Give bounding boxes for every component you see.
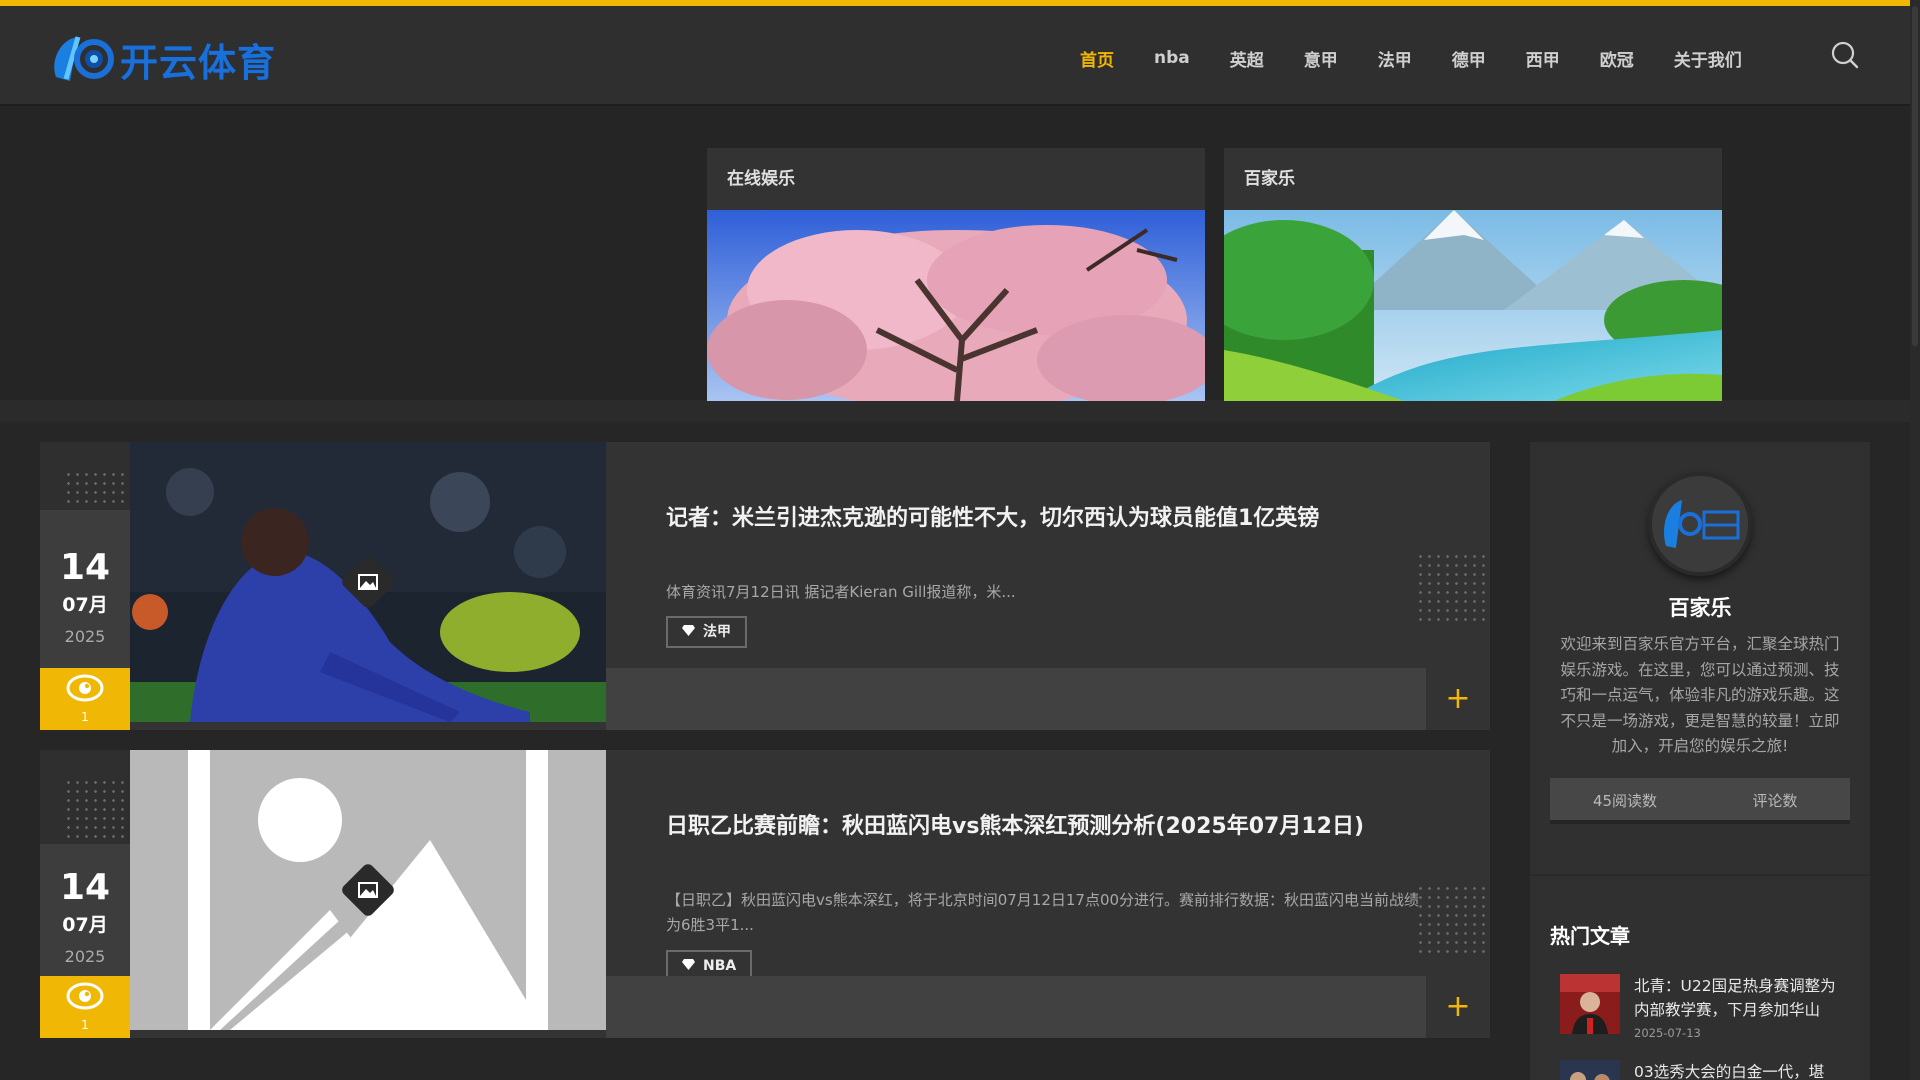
post-title[interactable]: 日职乙比赛前瞻：秋田蓝闪电vs熊本深红预测分析(2025年07月12日)	[666, 808, 1364, 840]
post-tag-label: 法甲	[703, 624, 731, 640]
sidebar-stats: 45阅读数 评论数	[1550, 778, 1850, 824]
cherry-blossom-image	[707, 210, 1205, 401]
logo-icon	[54, 36, 114, 81]
nav-item-home[interactable]: 首页	[1080, 46, 1114, 71]
stat-reads[interactable]: 45阅读数	[1550, 778, 1700, 820]
post-date: 14 07月 2025	[40, 510, 130, 668]
hot-article-item[interactable]: 03选秀大会的白金一代，堪	[1550, 1060, 1850, 1080]
nav-item-nba[interactable]: nba	[1154, 48, 1190, 68]
post-year: 2025	[64, 947, 106, 966]
stat-comments[interactable]: 评论数	[1700, 778, 1850, 820]
logo-text: 开云体育	[120, 40, 277, 85]
post-year: 2025	[64, 627, 106, 646]
sidebar-profile-name: 百家乐	[1668, 596, 1732, 620]
post-card: 14 07月 2025 1 记者：米兰引进杰克逊的可能性不大，切尔西认为球员能值…	[40, 442, 1490, 730]
hot-article-thumbnail	[1560, 974, 1620, 1034]
post-tag[interactable]: 法甲	[666, 616, 747, 648]
post-title[interactable]: 记者：米兰引进杰克逊的可能性不大，切尔西认为球员能值1亿英镑	[666, 500, 1319, 532]
avatar-logo-icon	[1652, 476, 1748, 572]
hot-article-item[interactable]: 北青：U22国足热身赛调整为内部教学赛，下月参加华山 2025-07-13	[1550, 974, 1850, 1044]
post-day: 14	[59, 867, 111, 908]
post-date: 14 07月 2025	[40, 844, 130, 976]
nav-item-premier-league[interactable]: 英超	[1230, 46, 1264, 71]
nav-item-serie-a[interactable]: 意甲	[1304, 46, 1338, 71]
post-footer-bar	[606, 976, 1426, 1038]
decorative-dots	[64, 778, 128, 842]
post-footer-bar	[606, 668, 1426, 730]
post-day: 14	[59, 547, 111, 588]
banner-card-label: 百家乐	[1244, 169, 1295, 189]
expand-plus-icon[interactable]: +	[1426, 976, 1490, 1038]
post-excerpt: 【日职乙】秋田蓝闪电vs熊本深红，将于北京时间07月12日17点00分进行。赛前…	[666, 891, 1420, 934]
avatar[interactable]	[1648, 472, 1752, 576]
post-views-count: 1	[81, 710, 89, 724]
post-views-count: 1	[81, 1018, 89, 1032]
eye-icon	[66, 982, 104, 1010]
nav-item-bundesliga[interactable]: 德甲	[1452, 46, 1486, 71]
sidebar: 百家乐 欢迎来到百家乐官方平台，汇聚全球热门娱乐游戏。在这里，您可以通过预测、技…	[1530, 442, 1870, 1080]
post-thumbnail[interactable]	[130, 750, 606, 1030]
site-header: 开云体育 首页 nba 英超 意甲 法甲 德甲 西甲 欧冠 关于我们	[0, 6, 1910, 106]
post-month: 07月	[62, 594, 108, 616]
image-type-icon	[339, 553, 397, 611]
hot-article-date: 2025-07-13	[1634, 1026, 1701, 1040]
eye-icon	[66, 674, 104, 702]
nav-item-ligue-1[interactable]: 法甲	[1378, 46, 1412, 71]
main-nav: 首页 nba 英超 意甲 法甲 德甲 西甲 欧冠 关于我们	[1080, 38, 1782, 78]
site-logo[interactable]: 开云体育	[48, 28, 278, 90]
hot-article-title: 03选秀大会的白金一代，堪	[1634, 1063, 1825, 1080]
decorative-dots	[1416, 884, 1490, 958]
post-month: 07月	[62, 914, 108, 936]
hot-article-title: 北青：U22国足热身赛调整为内部教学赛，下月参加华山	[1634, 977, 1836, 1019]
post-card: 14 07月 2025 1 日职乙比赛前瞻：秋田蓝闪电vs熊本深红预测分析(20…	[40, 750, 1490, 1038]
banner-card-online-entertainment[interactable]: 在线娱乐	[707, 148, 1205, 401]
sidebar-description: 欢迎来到百家乐官方平台，汇聚全球热门娱乐游戏。在这里，您可以通过预测、技巧和一点…	[1560, 635, 1840, 755]
post-excerpt: 体育资讯7月12日讯 据记者Kieran Gill报道称，米...	[666, 583, 1016, 601]
nav-item-la-liga[interactable]: 西甲	[1526, 46, 1560, 71]
hot-articles-heading: 热门文章	[1550, 924, 1630, 948]
decorative-dots	[64, 470, 128, 506]
sidebar-divider	[1530, 874, 1870, 876]
banner-divider	[0, 400, 1910, 422]
diamond-icon	[682, 618, 695, 646]
banner-card-baccarat[interactable]: 百家乐	[1224, 148, 1722, 401]
post-views: 1	[40, 976, 130, 1038]
post-views: 1	[40, 668, 130, 730]
post-thumbnail[interactable]	[130, 442, 606, 722]
decorative-dots	[1416, 552, 1490, 626]
banner-card-label: 在线娱乐	[727, 169, 795, 189]
mountain-lake-image	[1224, 210, 1722, 401]
scrollbar-thumb[interactable]	[1912, 6, 1918, 346]
image-type-icon	[339, 861, 397, 919]
expand-plus-icon[interactable]: +	[1426, 668, 1490, 730]
hot-article-thumbnail	[1560, 1060, 1620, 1080]
search-icon[interactable]	[1830, 40, 1860, 70]
nav-item-champions-league[interactable]: 欧冠	[1600, 46, 1634, 71]
nav-item-about-us[interactable]: 关于我们	[1674, 46, 1742, 71]
post-tag-label: NBA	[703, 958, 737, 974]
